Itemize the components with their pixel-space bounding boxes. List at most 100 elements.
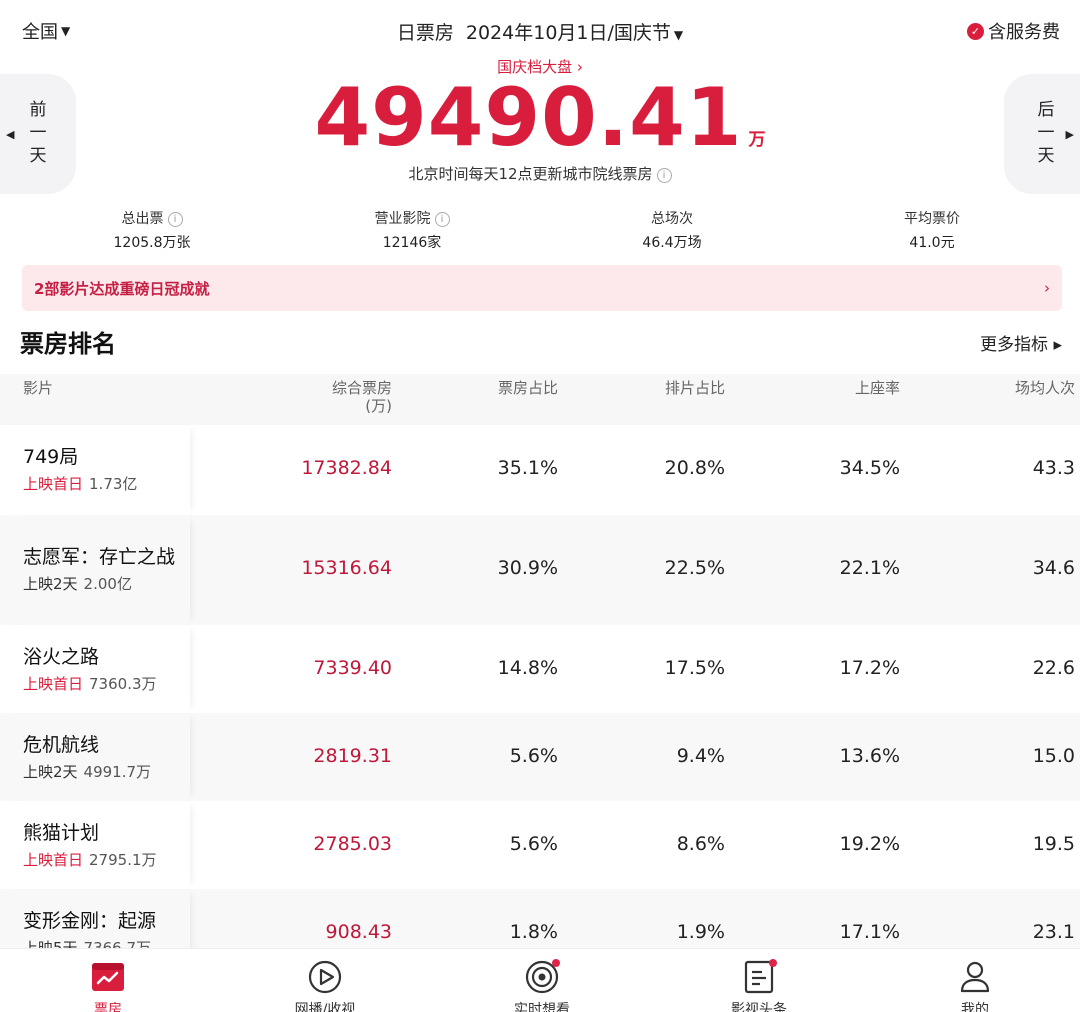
nav-label: 我的 xyxy=(961,1002,989,1012)
table-row[interactable]: 浴火之路 上映首日 7360.3万 7339.40 14.8% 17.5% 17.… xyxy=(0,625,1080,713)
update-note-text: 北京时间每天12点更新城市院线票房 xyxy=(408,165,653,183)
release-status: 上映首日 xyxy=(23,851,84,869)
movie-meta: 上映2天 2.00亿 xyxy=(23,573,132,594)
movie-name: 浴火之路 xyxy=(23,646,100,668)
banner-text: 2部影片达成重磅日冠成就 xyxy=(34,279,210,298)
cumulative-box-office: 4991.7万 xyxy=(83,763,152,781)
movie-name: 749局 xyxy=(23,446,79,468)
stat-cinemas: 营业影院 i 12146家 xyxy=(312,208,512,252)
nav-profile[interactable]: 我的 xyxy=(905,959,1045,1012)
stat-screenings: 总场次 46.4万场 xyxy=(572,208,772,252)
box-office-value: 7339.40 xyxy=(313,657,392,679)
notification-dot xyxy=(769,959,777,967)
occupancy-value: 22.1% xyxy=(839,557,900,579)
info-icon[interactable]: i xyxy=(434,212,450,227)
play-icon xyxy=(307,959,343,995)
avg-attendance-value: 34.6 xyxy=(1032,557,1075,579)
schedule-share-value: 20.8% xyxy=(664,457,725,479)
nav-box-office[interactable]: 票房 xyxy=(38,959,178,1012)
more-metrics-button[interactable]: 更多指标 ▸ xyxy=(980,330,1062,355)
stat-label: 总出票 xyxy=(121,211,164,227)
release-status: 上映2天 xyxy=(23,575,78,593)
table-row[interactable]: 危机航线 上映2天 4991.7万 2819.31 5.6% 9.4% 13.6%… xyxy=(0,713,1080,801)
column-header-box-office[interactable]: 综合票房 (万) xyxy=(332,379,392,415)
stat-label: 总场次 xyxy=(651,211,693,227)
total-box-office: 49490.41 万 xyxy=(0,78,1080,158)
box-office-value: 908.43 xyxy=(325,921,392,943)
prev-day-label: 前一天 xyxy=(25,99,46,169)
date-value: 2024年10月1日/国庆节 xyxy=(465,22,671,44)
stat-value: 12146家 xyxy=(382,235,442,251)
triangle-left-icon: ◀ xyxy=(6,128,15,141)
bo-share-value: 35.1% xyxy=(497,457,558,479)
schedule-share-value: 9.4% xyxy=(676,745,725,767)
prev-day-button[interactable]: ◀ 前一天 xyxy=(0,74,76,194)
nav-label: 影视头条 xyxy=(731,1002,787,1012)
box-office-value: 2785.03 xyxy=(313,833,392,855)
column-header-schedule-share[interactable]: 排片占比 xyxy=(665,379,725,397)
movie-meta: 上映2天 4991.7万 xyxy=(23,761,151,782)
box-office-icon xyxy=(90,959,126,995)
nav-streaming[interactable]: 网播/收视 xyxy=(255,959,395,1012)
table-row[interactable]: 志愿军：存亡之战 上映2天 2.00亿 15316.64 30.9% 22.5% … xyxy=(0,515,1080,625)
total-box-office-value: 49490.41 xyxy=(314,71,743,164)
stat-avg-price: 平均票价 41.0元 xyxy=(832,208,1032,252)
update-note: 北京时间每天12点更新城市院线票房 i xyxy=(0,163,1080,184)
column-header-bo-share[interactable]: 票房占比 xyxy=(498,379,558,397)
total-box-office-unit: 万 xyxy=(748,130,766,150)
cumulative-box-office: 7360.3万 xyxy=(89,675,157,693)
bo-share-value: 1.8% xyxy=(509,921,558,943)
movie-cell: 熊猫计划 上映首日 2795.1万 xyxy=(0,801,190,889)
avg-attendance-value: 43.3 xyxy=(1032,457,1075,479)
next-day-button[interactable]: 后一天 ▶ xyxy=(1004,74,1080,194)
bo-share-value: 14.8% xyxy=(497,657,558,679)
stat-value: 46.4万场 xyxy=(642,235,702,251)
stat-label: 营业影院 xyxy=(374,211,431,227)
table-row[interactable]: 749局 上映首日 1.73亿 17382.84 35.1% 20.8% 34.5… xyxy=(0,425,1080,515)
column-header-avg-attendance[interactable]: 场均人次 xyxy=(1015,379,1075,397)
next-day-label: 后一天 xyxy=(1033,99,1054,169)
occupancy-value: 19.2% xyxy=(839,833,900,855)
avg-attendance-value: 22.6 xyxy=(1032,657,1075,679)
column-header-movie[interactable]: 影片 xyxy=(23,379,53,397)
occupancy-value: 17.2% xyxy=(839,657,900,679)
info-icon[interactable]: i xyxy=(167,212,183,227)
movie-name: 志愿军：存亡之战 xyxy=(23,546,176,568)
movie-cell: 749局 上映首日 1.73亿 xyxy=(0,425,190,515)
movie-name: 熊猫计划 xyxy=(23,822,100,844)
avg-attendance-value: 23.1 xyxy=(1032,921,1075,943)
info-icon[interactable]: i xyxy=(656,168,672,183)
column-header-label: 综合票房 xyxy=(331,379,392,397)
chevron-right-icon: › xyxy=(1044,279,1050,297)
release-status: 上映首日 xyxy=(23,675,84,693)
movie-meta: 上映首日 7360.3万 xyxy=(23,673,157,694)
nav-realtime-want[interactable]: 实时想看 xyxy=(472,959,612,1012)
movie-cell: 志愿军：存亡之战 上映2天 2.00亿 xyxy=(0,515,190,625)
date-selector[interactable]: 日票房 2024年10月1日/国庆节 ▼ xyxy=(0,18,1080,45)
movie-meta: 上映首日 2795.1万 xyxy=(23,849,157,870)
box-office-page: 全国 ▼ 日票房 2024年10月1日/国庆节 ▼ ✓ 含服务费 国庆档大盘 › 4… xyxy=(0,0,1080,1012)
occupancy-value: 17.1% xyxy=(839,921,900,943)
nav-news[interactable]: 影视头条 xyxy=(689,959,829,1012)
column-header-occupancy[interactable]: 上座率 xyxy=(855,379,900,397)
movie-name: 变形金刚：起源 xyxy=(23,910,157,932)
profile-icon xyxy=(957,959,993,995)
movie-meta: 上映首日 1.73亿 xyxy=(23,473,137,494)
triangle-right-icon: ▶ xyxy=(1065,128,1074,141)
release-status: 上映首日 xyxy=(23,475,84,493)
stat-total-tickets: 总出票 i 1205.8万张 xyxy=(52,208,252,252)
table-header: 影片 综合票房 (万) 票房占比 排片占比 上座率 场均人次 xyxy=(0,374,1080,425)
stat-value: 1205.8万张 xyxy=(113,235,191,251)
cumulative-box-office: 2795.1万 xyxy=(89,851,157,869)
check-icon: ✓ xyxy=(967,22,984,40)
box-office-value: 15316.64 xyxy=(301,557,392,579)
service-fee-toggle[interactable]: ✓ 含服务费 xyxy=(967,18,1060,44)
avg-attendance-value: 15.0 xyxy=(1032,745,1075,767)
nav-label: 实时想看 xyxy=(514,1002,570,1012)
occupancy-value: 13.6% xyxy=(839,745,900,767)
bo-share-value: 30.9% xyxy=(497,557,558,579)
notification-dot xyxy=(552,959,560,967)
bo-share-value: 5.6% xyxy=(509,833,558,855)
achievement-banner[interactable]: 2部影片达成重磅日冠成就 › xyxy=(22,265,1062,311)
table-row[interactable]: 熊猫计划 上映首日 2795.1万 2785.03 5.6% 8.6% 19.2%… xyxy=(0,801,1080,889)
